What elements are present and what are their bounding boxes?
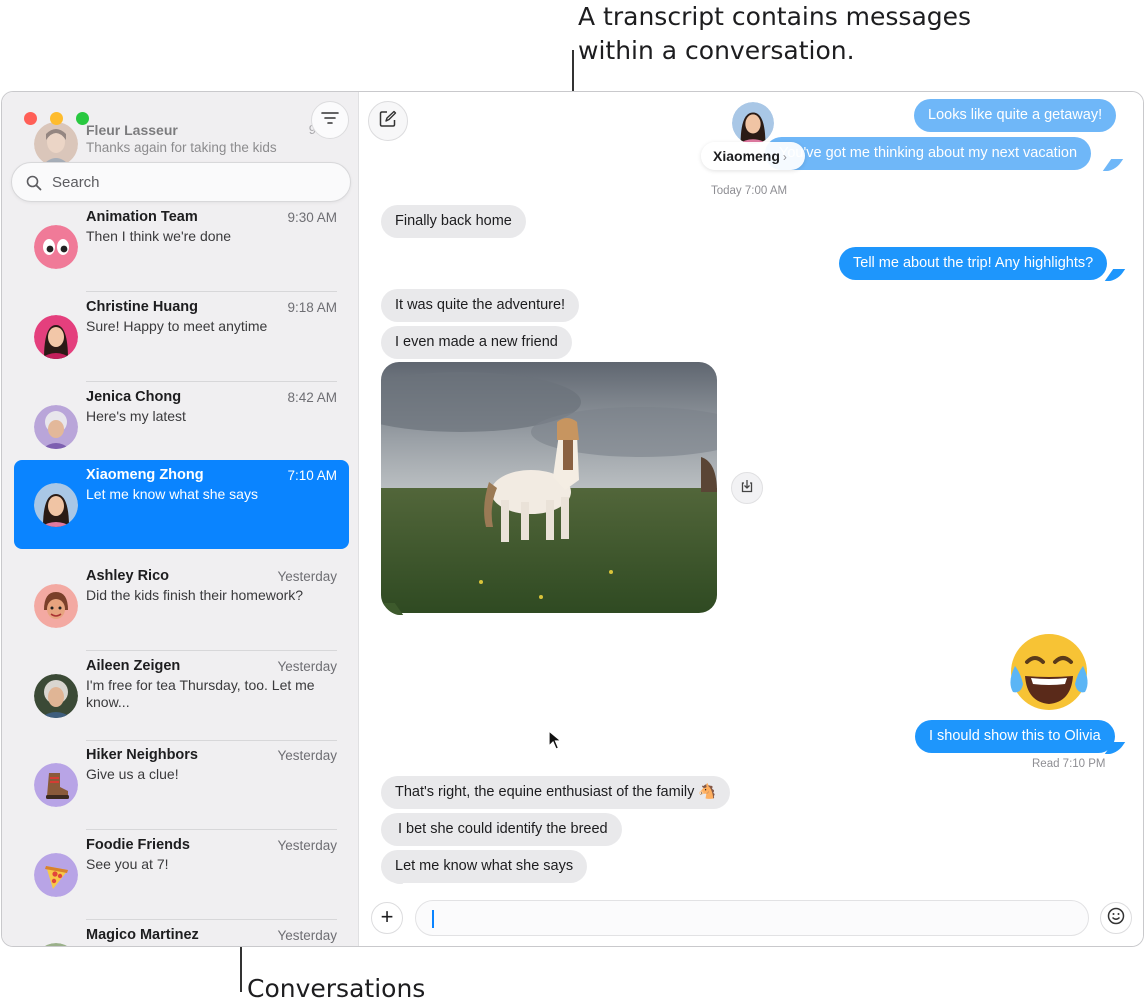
conversation-preview: Then I think we're done — [86, 228, 232, 244]
callout-transcript: A transcript contains messages within a … — [578, 0, 971, 68]
filter-lines-icon — [321, 111, 339, 130]
filter-button[interactable] — [311, 101, 349, 139]
conversation-preview: Sure! Happy to meet anytime — [86, 318, 268, 334]
message-bubble-outgoing[interactable]: You've got me thinking about my next vac… — [765, 137, 1092, 170]
conversation-name: Fleur Lasseur — [86, 122, 178, 138]
compose-icon — [379, 110, 397, 133]
boot-emoji-avatar — [34, 763, 78, 807]
message-bubble-incoming[interactable]: Finally back home — [381, 205, 526, 238]
eyes-emoji-avatar — [34, 225, 78, 269]
transcript: Looks like quite a getaway! You've got m… — [359, 92, 1143, 946]
conversation-time: Yesterday — [277, 659, 337, 674]
conversation-time: 8:42 AM — [287, 390, 337, 405]
compose-button[interactable] — [368, 101, 408, 141]
search-input[interactable]: Search — [11, 162, 351, 202]
conversation-preview: Give us a clue! — [86, 766, 179, 782]
mouse-pointer-icon — [548, 729, 563, 755]
conversation-preview: Here's my latest — [86, 408, 186, 424]
timestamp: Today 7:00 AM — [711, 185, 788, 197]
contact-name-button[interactable]: Xiaomeng › — [701, 142, 805, 170]
conversation-name: Ashley Rico — [86, 568, 169, 584]
conversation-item-hiker-neighbors[interactable]: Hiker Neighbors Yesterday Give us a clue… — [14, 740, 349, 830]
conversation-item-xiaomeng-zhong[interactable]: Xiaomeng Zhong 7:10 AM Let me know what … — [14, 460, 349, 549]
avatar — [34, 674, 78, 718]
conversation-item-aileen-zeigen[interactable]: Aileen Zeigen Yesterday I'm free for tea… — [14, 651, 349, 741]
search-placeholder: Search — [52, 174, 100, 191]
conversation-item-animation-team[interactable]: Animation Team 9:30 AM Then I think we'r… — [14, 202, 349, 292]
face-with-tears-of-joy-emoji[interactable] — [1007, 632, 1091, 716]
conversation-preview: Did the kids finish their homework? — [86, 587, 304, 603]
download-icon — [740, 479, 754, 498]
bubble-tail — [1104, 269, 1126, 281]
conversation-name: Aileen Zeigen — [86, 658, 181, 674]
message-bubble-outgoing[interactable]: I should show this to Olivia — [915, 720, 1115, 753]
conversation-time: Yesterday — [277, 928, 337, 943]
search-icon — [26, 175, 42, 191]
conversation-name: Magico Martinez — [86, 927, 199, 943]
message-bubble-outgoing[interactable]: Looks like quite a getaway! — [914, 99, 1117, 132]
conversation-name: Hiker Neighbors — [86, 747, 198, 763]
message-bubble-incoming[interactable]: I bet she could identify the breed — [381, 813, 622, 846]
plus-icon: + — [380, 904, 394, 929]
avatar — [34, 483, 78, 527]
window-maximize-button[interactable] — [76, 112, 89, 125]
conversation-item-magico-martinez[interactable]: Magico Martinez Yesterday — [14, 920, 349, 946]
sidebar: Fleur Lasseur 9:41 Thanks again for taki… — [2, 92, 359, 946]
conversation-name: Jenica Chong — [86, 389, 182, 405]
message-input[interactable] — [415, 900, 1089, 936]
pizza-emoji-avatar — [34, 853, 78, 897]
window-close-button[interactable] — [24, 112, 37, 125]
save-photo-button[interactable] — [731, 472, 763, 504]
message-bubble-incoming[interactable]: That's right, the equine enthusiast of t… — [381, 776, 731, 809]
conversation-name: Animation Team — [86, 209, 198, 225]
contact-avatar[interactable] — [730, 100, 776, 146]
text-cursor — [432, 910, 434, 928]
horse-photo[interactable] — [381, 362, 717, 613]
memoji-avatar — [34, 405, 78, 449]
conversation-time: Yesterday — [277, 569, 337, 584]
avatar — [34, 943, 78, 946]
add-attachment-button[interactable]: + — [371, 902, 403, 934]
conversation-time: 7:10 AM — [287, 468, 337, 483]
message-bubble-incoming[interactable]: Let me know what she says — [381, 850, 588, 883]
conversation-preview: Let me know what she says — [86, 486, 258, 502]
avatar — [34, 122, 78, 166]
chevron-right-icon: › — [782, 150, 787, 164]
conversation-preview: See you at 7! — [86, 856, 169, 872]
callout-conversations: Conversations — [247, 974, 426, 1003]
conversation-time: 9:30 AM — [287, 210, 337, 225]
messages-window: Fleur Lasseur 9:41 Thanks again for taki… — [1, 91, 1144, 947]
conversation-time: Yesterday — [277, 838, 337, 853]
callout-transcript-line-1: A transcript contains messages — [578, 2, 972, 31]
conversation-preview: Thanks again for taking the kids — [86, 140, 277, 155]
conversation-item-ashley-rico[interactable]: Ashley Rico Yesterday Did the kids finis… — [14, 561, 349, 651]
contact-name: Xiaomeng — [713, 148, 780, 164]
memoji-avatar — [34, 584, 78, 628]
message-bubble-incoming[interactable]: It was quite the adventure! — [381, 289, 580, 322]
message-bubble-outgoing[interactable]: Tell me about the trip! Any highlights? — [839, 247, 1108, 280]
window-minimize-button[interactable] — [50, 112, 63, 125]
conversation-item-jenica-chong[interactable]: Jenica Chong 8:42 AM Here's my latest — [14, 382, 349, 471]
bubble-tail — [1102, 159, 1124, 171]
message-bubble-incoming[interactable]: I even made a new friend — [381, 326, 572, 359]
emoji-picker-button[interactable] — [1100, 902, 1132, 934]
conversation-item-foodie-friends[interactable]: Foodie Friends Yesterday See you at 7! — [14, 830, 349, 920]
conversation-time: Yesterday — [277, 748, 337, 763]
callout-transcript-line-2: within a conversation. — [578, 36, 855, 65]
conversation-preview: I'm free for tea Thursday, too. Let me k… — [86, 677, 315, 710]
smiley-icon — [1107, 907, 1125, 930]
conversation-name: Foodie Friends — [86, 837, 190, 853]
conversation-time: 9:18 AM — [287, 300, 337, 315]
conversation-name: Christine Huang — [86, 299, 198, 315]
conversation-item-christine-huang[interactable]: Christine Huang 9:18 AM Sure! Happy to m… — [14, 292, 349, 382]
avatar — [34, 315, 78, 359]
read-receipt: Read 7:10 PM — [1032, 758, 1106, 770]
conversation-name: Xiaomeng Zhong — [86, 467, 204, 483]
